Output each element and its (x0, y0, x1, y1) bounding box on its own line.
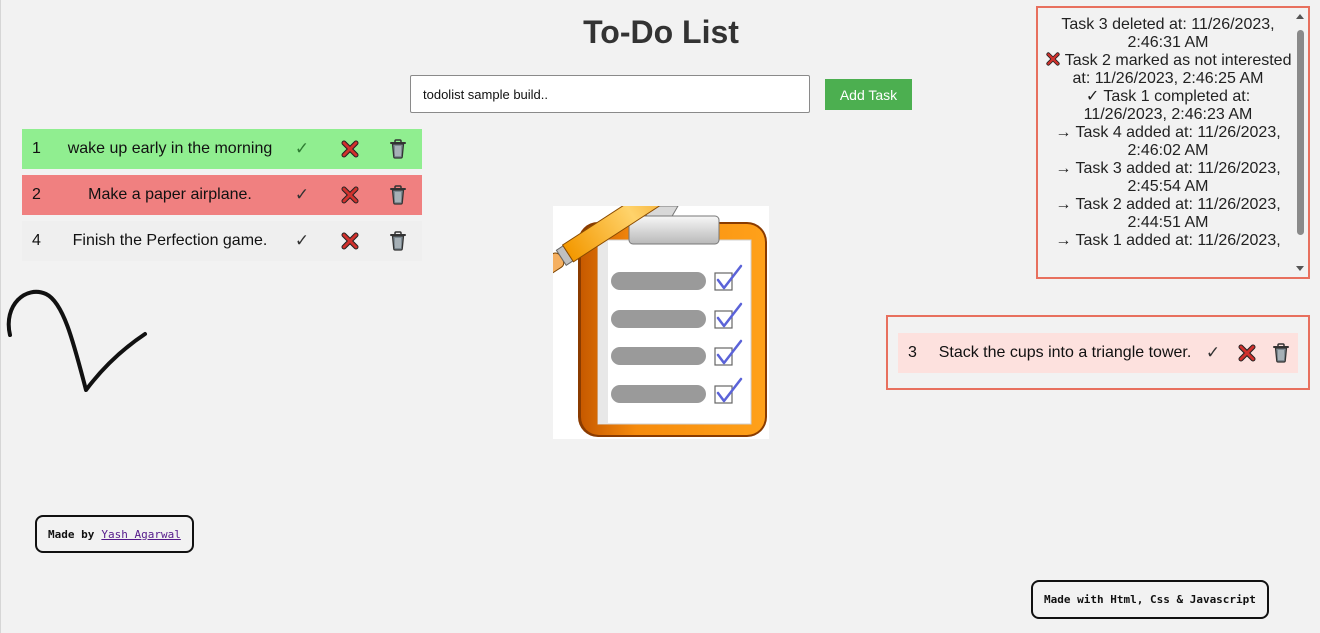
delete-button[interactable] (374, 139, 422, 159)
x-icon (341, 232, 359, 250)
check-icon: ✓ (294, 139, 310, 158)
tech-badge: Made with Html, Css & Javascript (1031, 580, 1269, 619)
trash-icon (390, 139, 406, 159)
task-number: 4 (32, 232, 41, 249)
delete-button[interactable] (374, 231, 422, 251)
log-entry: → Task 4 added at: 11/26/2023, 2:46:02 A… (1055, 124, 1281, 159)
task-input[interactable] (410, 75, 810, 113)
x-icon (1045, 52, 1060, 66)
trash-icon (1273, 343, 1289, 363)
not-interested-button[interactable] (326, 232, 374, 250)
add-task-button[interactable]: Add Task (825, 79, 912, 110)
drop-zone[interactable]: 3 Stack the cups into a triangle tower. … (886, 315, 1310, 390)
check-icon: ✓ (1205, 343, 1221, 362)
app-page: To-Do List Add Task 1 wake up early in t… (0, 0, 1320, 633)
dragged-task-row[interactable]: 3 Stack the cups into a triangle tower. … (898, 333, 1298, 373)
delete-button[interactable] (374, 185, 422, 205)
not-interested-button[interactable] (1230, 344, 1264, 362)
complete-button[interactable]: ✓ (1196, 343, 1230, 363)
scroll-up-arrow-icon[interactable] (1296, 14, 1304, 19)
task-row[interactable]: 2 Make a paper airplane. ✓ (22, 175, 422, 215)
check-icon: ✓ (294, 231, 310, 250)
log-entry: → Task 1 added at: 11/26/2023, (1055, 232, 1281, 249)
made-by-badge: Made by Yash Agarwal (35, 515, 194, 553)
x-icon (341, 186, 359, 204)
task-number: 1 (32, 140, 41, 157)
task-row[interactable]: 4 Finish the Perfection game. ✓ (22, 221, 422, 261)
task-row[interactable]: 1 wake up early in the morning ✓ (22, 129, 422, 169)
not-interested-button[interactable] (326, 140, 374, 158)
scroll-down-arrow-icon[interactable] (1296, 266, 1304, 271)
author-link[interactable]: Yash Agarwal (101, 528, 180, 541)
scroll-thumb[interactable] (1297, 30, 1304, 235)
activity-log[interactable]: Task 3 deleted at: 11/26/2023, 2:46:31 A… (1036, 6, 1310, 279)
trash-icon (390, 185, 406, 205)
x-icon (341, 140, 359, 158)
task-number: 3 (908, 344, 917, 361)
check-icon: ✓ (294, 185, 310, 204)
task-text: Stack the cups into a triangle tower. (938, 344, 1192, 361)
clipboard-pencil-icon (553, 206, 769, 439)
task-text: Finish the Perfection game. (72, 232, 268, 249)
signature-check-mark (6, 289, 147, 392)
delete-button[interactable] (1264, 343, 1298, 363)
complete-button[interactable]: ✓ (278, 139, 326, 159)
made-by-label: Made by (48, 527, 95, 541)
log-entry: Task 3 deleted at: 11/26/2023, 2:46:31 A… (1061, 16, 1275, 51)
task-text: Make a paper airplane. (88, 186, 252, 203)
log-list: Task 3 deleted at: 11/26/2023, 2:46:31 A… (1044, 16, 1292, 250)
log-entry: ✓ Task 1 completed at: 11/26/2023, 2:46:… (1083, 88, 1253, 123)
not-interested-button[interactable] (326, 186, 374, 204)
log-entry: → Task 2 added at: 11/26/2023, 2:44:51 A… (1055, 196, 1281, 231)
log-entry: Task 2 marked as not interested at: 11/2… (1044, 52, 1292, 88)
tech-label: Made with Html, Css & Javascript (1044, 593, 1256, 606)
x-icon (1238, 344, 1256, 362)
task-list: 1 wake up early in the morning ✓ 2 Make … (22, 129, 422, 267)
log-entry: → Task 3 added at: 11/26/2023, 2:45:54 A… (1055, 160, 1281, 195)
task-number: 2 (32, 186, 41, 203)
complete-button[interactable]: ✓ (278, 185, 326, 205)
complete-button[interactable]: ✓ (278, 231, 326, 251)
task-text: wake up early in the morning (67, 140, 273, 157)
log-entry-text: Task 2 marked as not interested at: 11/2… (1064, 52, 1292, 87)
trash-icon (390, 231, 406, 251)
log-scrollbar[interactable] (1294, 10, 1306, 275)
